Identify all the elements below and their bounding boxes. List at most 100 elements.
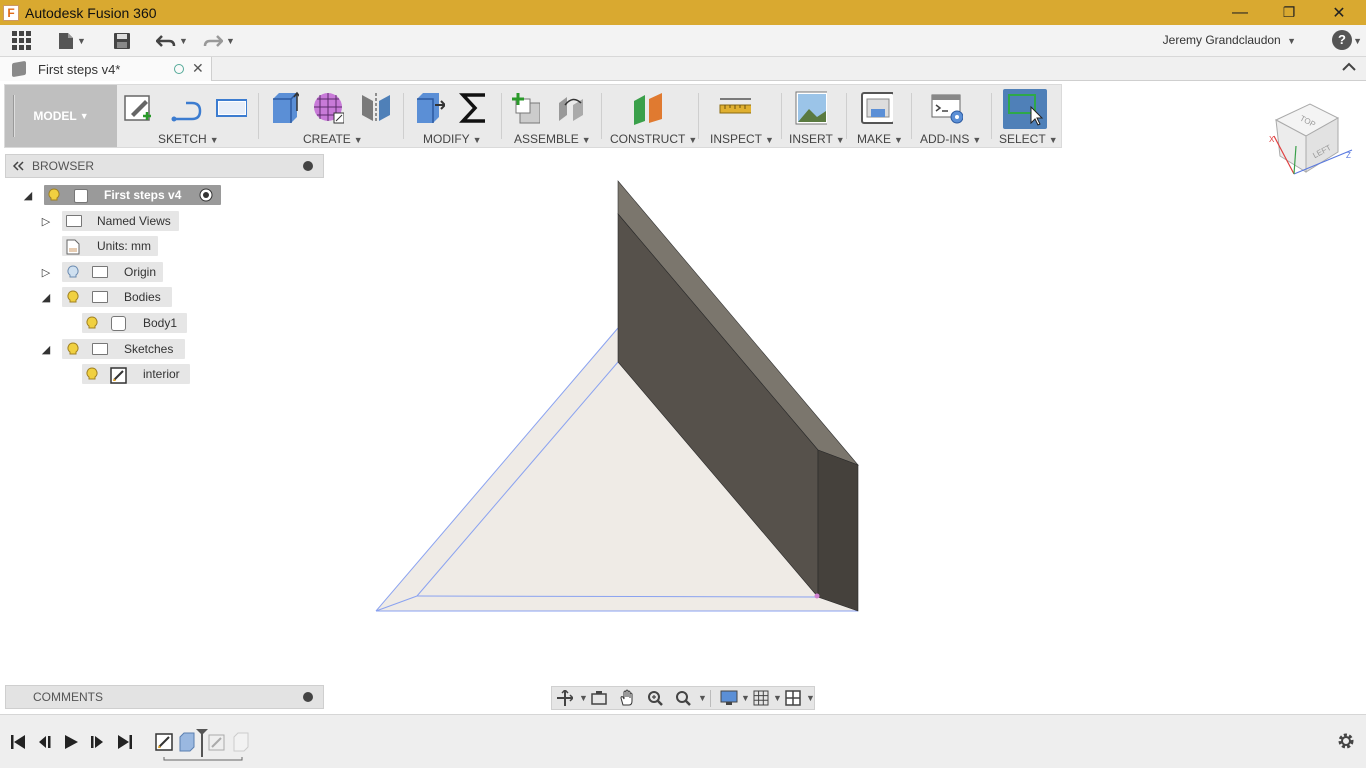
toolbar-separator bbox=[846, 93, 847, 139]
sketch-icon bbox=[110, 367, 127, 384]
expanded-triangle-icon[interactable]: ◢ bbox=[40, 343, 52, 356]
sketch-menu[interactable]: SKETCH ▼ bbox=[158, 132, 219, 146]
close-window-button[interactable]: ✕ bbox=[1316, 0, 1362, 25]
rectangle-tool[interactable] bbox=[215, 91, 247, 125]
create-sketch-tool[interactable] bbox=[123, 91, 155, 125]
line-tool[interactable] bbox=[170, 91, 202, 125]
restore-button[interactable]: ❐ bbox=[1266, 0, 1312, 25]
extrude-tool[interactable] bbox=[267, 91, 299, 125]
navigation-bar: ▼ ▼ ▼ ▼ ▼ bbox=[551, 686, 815, 710]
tree-item-units[interactable]: Units: mm bbox=[60, 236, 160, 256]
timeline-settings-button[interactable] bbox=[1336, 731, 1356, 757]
measure-icon bbox=[719, 98, 751, 114]
view-cube[interactable]: TOP LEFT Z X bbox=[1266, 96, 1356, 182]
file-menu-button[interactable]: ▼ bbox=[58, 29, 86, 53]
3d-print-tool[interactable] bbox=[861, 91, 893, 125]
data-panel-button[interactable] bbox=[12, 29, 32, 53]
joint-tool[interactable] bbox=[555, 91, 587, 125]
tree-item-origin[interactable]: ▷ Origin bbox=[40, 262, 164, 282]
go-to-start-button[interactable] bbox=[10, 734, 26, 753]
form-tool[interactable] bbox=[312, 91, 344, 125]
insert-menu[interactable]: INSERT ▼ bbox=[789, 132, 845, 146]
display-settings[interactable] bbox=[718, 689, 740, 707]
orbit-tool[interactable] bbox=[554, 689, 576, 707]
chevron-down-icon[interactable]: ▼ bbox=[698, 693, 707, 703]
tree-root-node[interactable]: ◢ First steps v4 bbox=[20, 185, 230, 205]
chevron-down-icon[interactable]: ▼ bbox=[806, 693, 815, 703]
user-account-menu[interactable]: Jeremy Grandclaudon ▼ bbox=[1163, 33, 1296, 47]
scripts-addins-tool[interactable] bbox=[931, 91, 963, 125]
viewports-settings[interactable] bbox=[782, 689, 804, 707]
grid-icon bbox=[12, 31, 31, 50]
attached-canvas-tool[interactable] bbox=[795, 91, 827, 125]
add-comment-button[interactable] bbox=[303, 692, 313, 702]
select-tool[interactable] bbox=[1003, 89, 1047, 129]
timeline-features[interactable] bbox=[152, 727, 254, 761]
go-to-end-button[interactable] bbox=[117, 734, 133, 753]
save-icon bbox=[114, 33, 130, 49]
offset-plane-tool[interactable] bbox=[631, 91, 663, 125]
new-component-tool[interactable] bbox=[508, 91, 540, 125]
make-menu[interactable]: MAKE ▼ bbox=[857, 132, 903, 146]
play-button[interactable] bbox=[63, 734, 79, 753]
collapsed-triangle-icon[interactable]: ▷ bbox=[40, 266, 52, 279]
add-ins-menu[interactable]: ADD-INS ▼ bbox=[920, 132, 981, 146]
look-at-tool[interactable] bbox=[588, 689, 610, 707]
modify-menu[interactable]: MODIFY ▼ bbox=[423, 132, 482, 146]
sigma-icon bbox=[459, 93, 485, 123]
3d-viewport[interactable] bbox=[360, 170, 880, 630]
chevron-down-icon[interactable]: ▼ bbox=[741, 693, 750, 703]
create-menu[interactable]: CREATE ▼ bbox=[303, 132, 363, 146]
toolbar-separator bbox=[698, 93, 699, 139]
comments-panel[interactable]: COMMENTS bbox=[5, 685, 324, 709]
measure-tool[interactable] bbox=[719, 91, 751, 125]
tree-item-interior-sketch[interactable]: interior bbox=[80, 364, 192, 384]
construct-menu[interactable]: CONSTRUCT ▼ bbox=[610, 132, 697, 146]
collapsed-triangle-icon[interactable]: ▷ bbox=[40, 215, 52, 228]
assemble-menu[interactable]: ASSEMBLE ▼ bbox=[514, 132, 591, 146]
undo-button[interactable]: ▼ bbox=[156, 29, 188, 53]
activate-radio-icon bbox=[199, 188, 213, 202]
expanded-triangle-icon[interactable]: ◢ bbox=[40, 291, 52, 304]
mirror-tool[interactable] bbox=[359, 91, 391, 125]
step-forward-button[interactable] bbox=[89, 734, 105, 753]
chevron-down-icon[interactable]: ▼ bbox=[1353, 36, 1362, 46]
collapse-toolbar-button[interactable] bbox=[1342, 59, 1356, 75]
ribbon-toolbar: MODEL ▼ SKETCH ▼ CREATE ▼ MODIFY ▼ ASSEM… bbox=[4, 84, 1062, 148]
tree-item-sketches[interactable]: ◢ Sketches bbox=[40, 339, 186, 359]
workspace-switcher[interactable]: MODEL ▼ bbox=[5, 85, 117, 147]
toolbar-separator bbox=[501, 93, 502, 139]
folder-icon bbox=[92, 343, 108, 355]
select-menu[interactable]: SELECT ▼ bbox=[999, 132, 1058, 146]
press-pull-tool[interactable] bbox=[413, 91, 445, 125]
double-chevron-left-icon bbox=[12, 161, 24, 171]
collapse-browser-button[interactable] bbox=[303, 161, 313, 171]
tree-item-label: Sketches bbox=[124, 342, 174, 356]
component-icon bbox=[74, 189, 88, 203]
step-back-button[interactable] bbox=[37, 734, 53, 753]
expanded-triangle-icon[interactable]: ◢ bbox=[22, 189, 34, 202]
tree-item-label: Body1 bbox=[143, 316, 178, 330]
tree-item-label: Bodies bbox=[124, 290, 161, 304]
application-bar: ▼ ▼ ▼ Jeremy Grandclaudon ▼ ? ▼ bbox=[0, 25, 1366, 57]
redo-button[interactable]: ▼ bbox=[203, 29, 235, 53]
compute-all-tool[interactable] bbox=[458, 91, 490, 125]
save-button[interactable] bbox=[113, 29, 131, 53]
tree-item-label: interior bbox=[143, 367, 180, 381]
chevron-down-icon[interactable]: ▼ bbox=[773, 693, 782, 703]
fit-tool[interactable] bbox=[672, 689, 694, 707]
body-icon bbox=[111, 316, 126, 331]
pan-tool[interactable] bbox=[616, 689, 638, 707]
tree-item-bodies[interactable]: ◢ Bodies bbox=[40, 287, 174, 307]
chevron-down-icon[interactable]: ▼ bbox=[579, 693, 588, 703]
tree-item-named-views[interactable]: ▷ Named Views bbox=[40, 211, 180, 231]
tree-item-body1[interactable]: Body1 bbox=[80, 313, 190, 333]
browser-panel-header[interactable]: BROWSER bbox=[5, 154, 324, 178]
grid-snaps-settings[interactable] bbox=[750, 689, 772, 707]
document-tab[interactable]: First steps v4* ✕ bbox=[0, 57, 212, 81]
zoom-tool[interactable] bbox=[644, 689, 666, 707]
close-tab-button[interactable]: ✕ bbox=[192, 60, 204, 77]
minimize-button[interactable]: — bbox=[1217, 0, 1263, 25]
help-button[interactable]: ? bbox=[1332, 30, 1352, 50]
inspect-menu[interactable]: INSPECT ▼ bbox=[710, 132, 774, 146]
